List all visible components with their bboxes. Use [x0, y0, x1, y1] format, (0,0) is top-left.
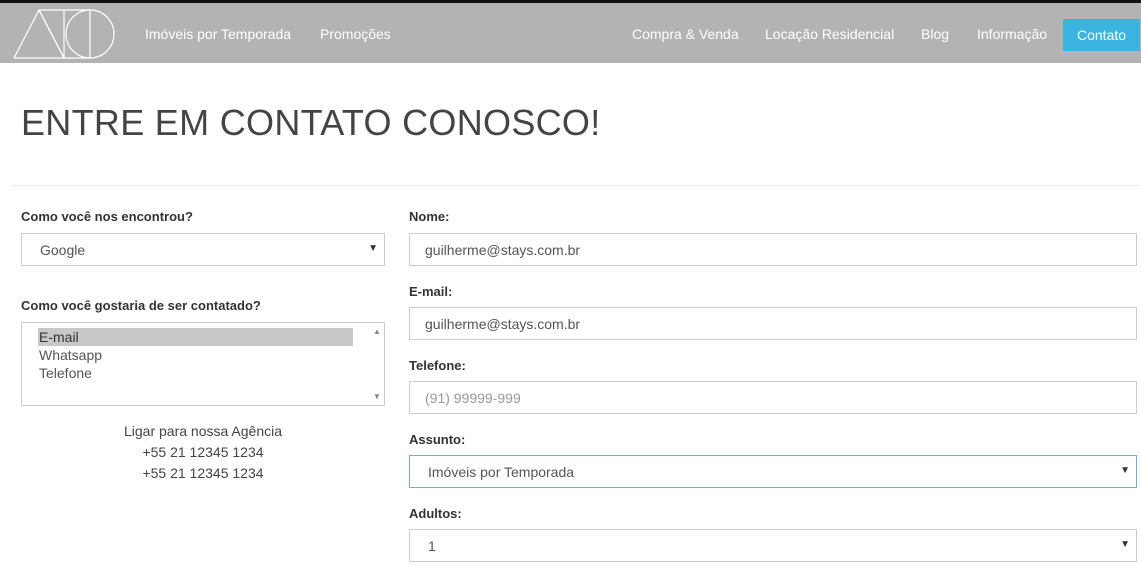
caret-down-icon: ▼ [1120, 539, 1130, 550]
name-field[interactable] [409, 233, 1137, 266]
listbox-scrollbar[interactable]: ▲ ▼ [370, 323, 384, 405]
scroll-down-icon[interactable]: ▼ [373, 392, 381, 401]
found-select-value: Google [40, 242, 86, 258]
caret-down-icon: ▼ [1120, 465, 1130, 476]
navbar: Imóveis por Temporada Promoções Compra &… [0, 3, 1141, 63]
adults-label: Adultos: [409, 506, 462, 521]
nav-item-locacao-residencial[interactable]: Locação Residencial [765, 3, 894, 63]
page-title: ENTRE EM CONTATO CONOSCO! [21, 102, 601, 143]
agency-phone-2: +55 21 12345 1234 [142, 465, 264, 481]
nav-item-blog[interactable]: Blog [921, 3, 949, 63]
nav-item-contato[interactable]: Contato [1063, 19, 1141, 51]
found-select[interactable]: Google ▼ [21, 233, 385, 266]
caret-down-icon: ▼ [368, 243, 378, 254]
contact-option-telefone[interactable]: Telefone [38, 364, 92, 382]
nav-item-informacao[interactable]: Informação [977, 3, 1047, 63]
found-label: Como você nos encontrou? [21, 209, 193, 224]
subject-label: Assunto: [409, 432, 466, 447]
geometric-logo-icon[interactable] [12, 8, 118, 60]
email-label: E-mail: [409, 284, 453, 299]
contact-method-listbox[interactable]: E-mail Whatsapp Telefone ▲ ▼ [21, 322, 385, 406]
contact-option-whatsapp[interactable]: Whatsapp [38, 346, 102, 364]
agency-phone-1: +55 21 12345 1234 [142, 444, 264, 460]
phone-field[interactable] [409, 381, 1137, 414]
scroll-up-icon[interactable]: ▲ [373, 327, 381, 336]
contact-option-email[interactable]: E-mail [38, 328, 353, 346]
nav-item-imoveis-temporada[interactable]: Imóveis por Temporada [145, 3, 291, 63]
agency-label: Ligar para nossa Agência [124, 423, 282, 439]
name-label: Nome: [409, 209, 450, 224]
nav-item-promocoes[interactable]: Promoções [320, 3, 391, 63]
nav-item-compra-venda[interactable]: Compra & Venda [632, 3, 739, 63]
divider [12, 185, 1141, 186]
subject-select-value: Imóveis por Temporada [428, 464, 575, 480]
adults-select[interactable]: 1 ▼ [409, 529, 1137, 562]
email-field[interactable] [409, 307, 1137, 340]
phone-label: Telefone: [409, 358, 466, 373]
adults-select-value: 1 [428, 538, 436, 554]
subject-select[interactable]: Imóveis por Temporada ▼ [409, 455, 1137, 488]
contact-method-label: Como você gostaria de ser contatado? [21, 298, 261, 313]
